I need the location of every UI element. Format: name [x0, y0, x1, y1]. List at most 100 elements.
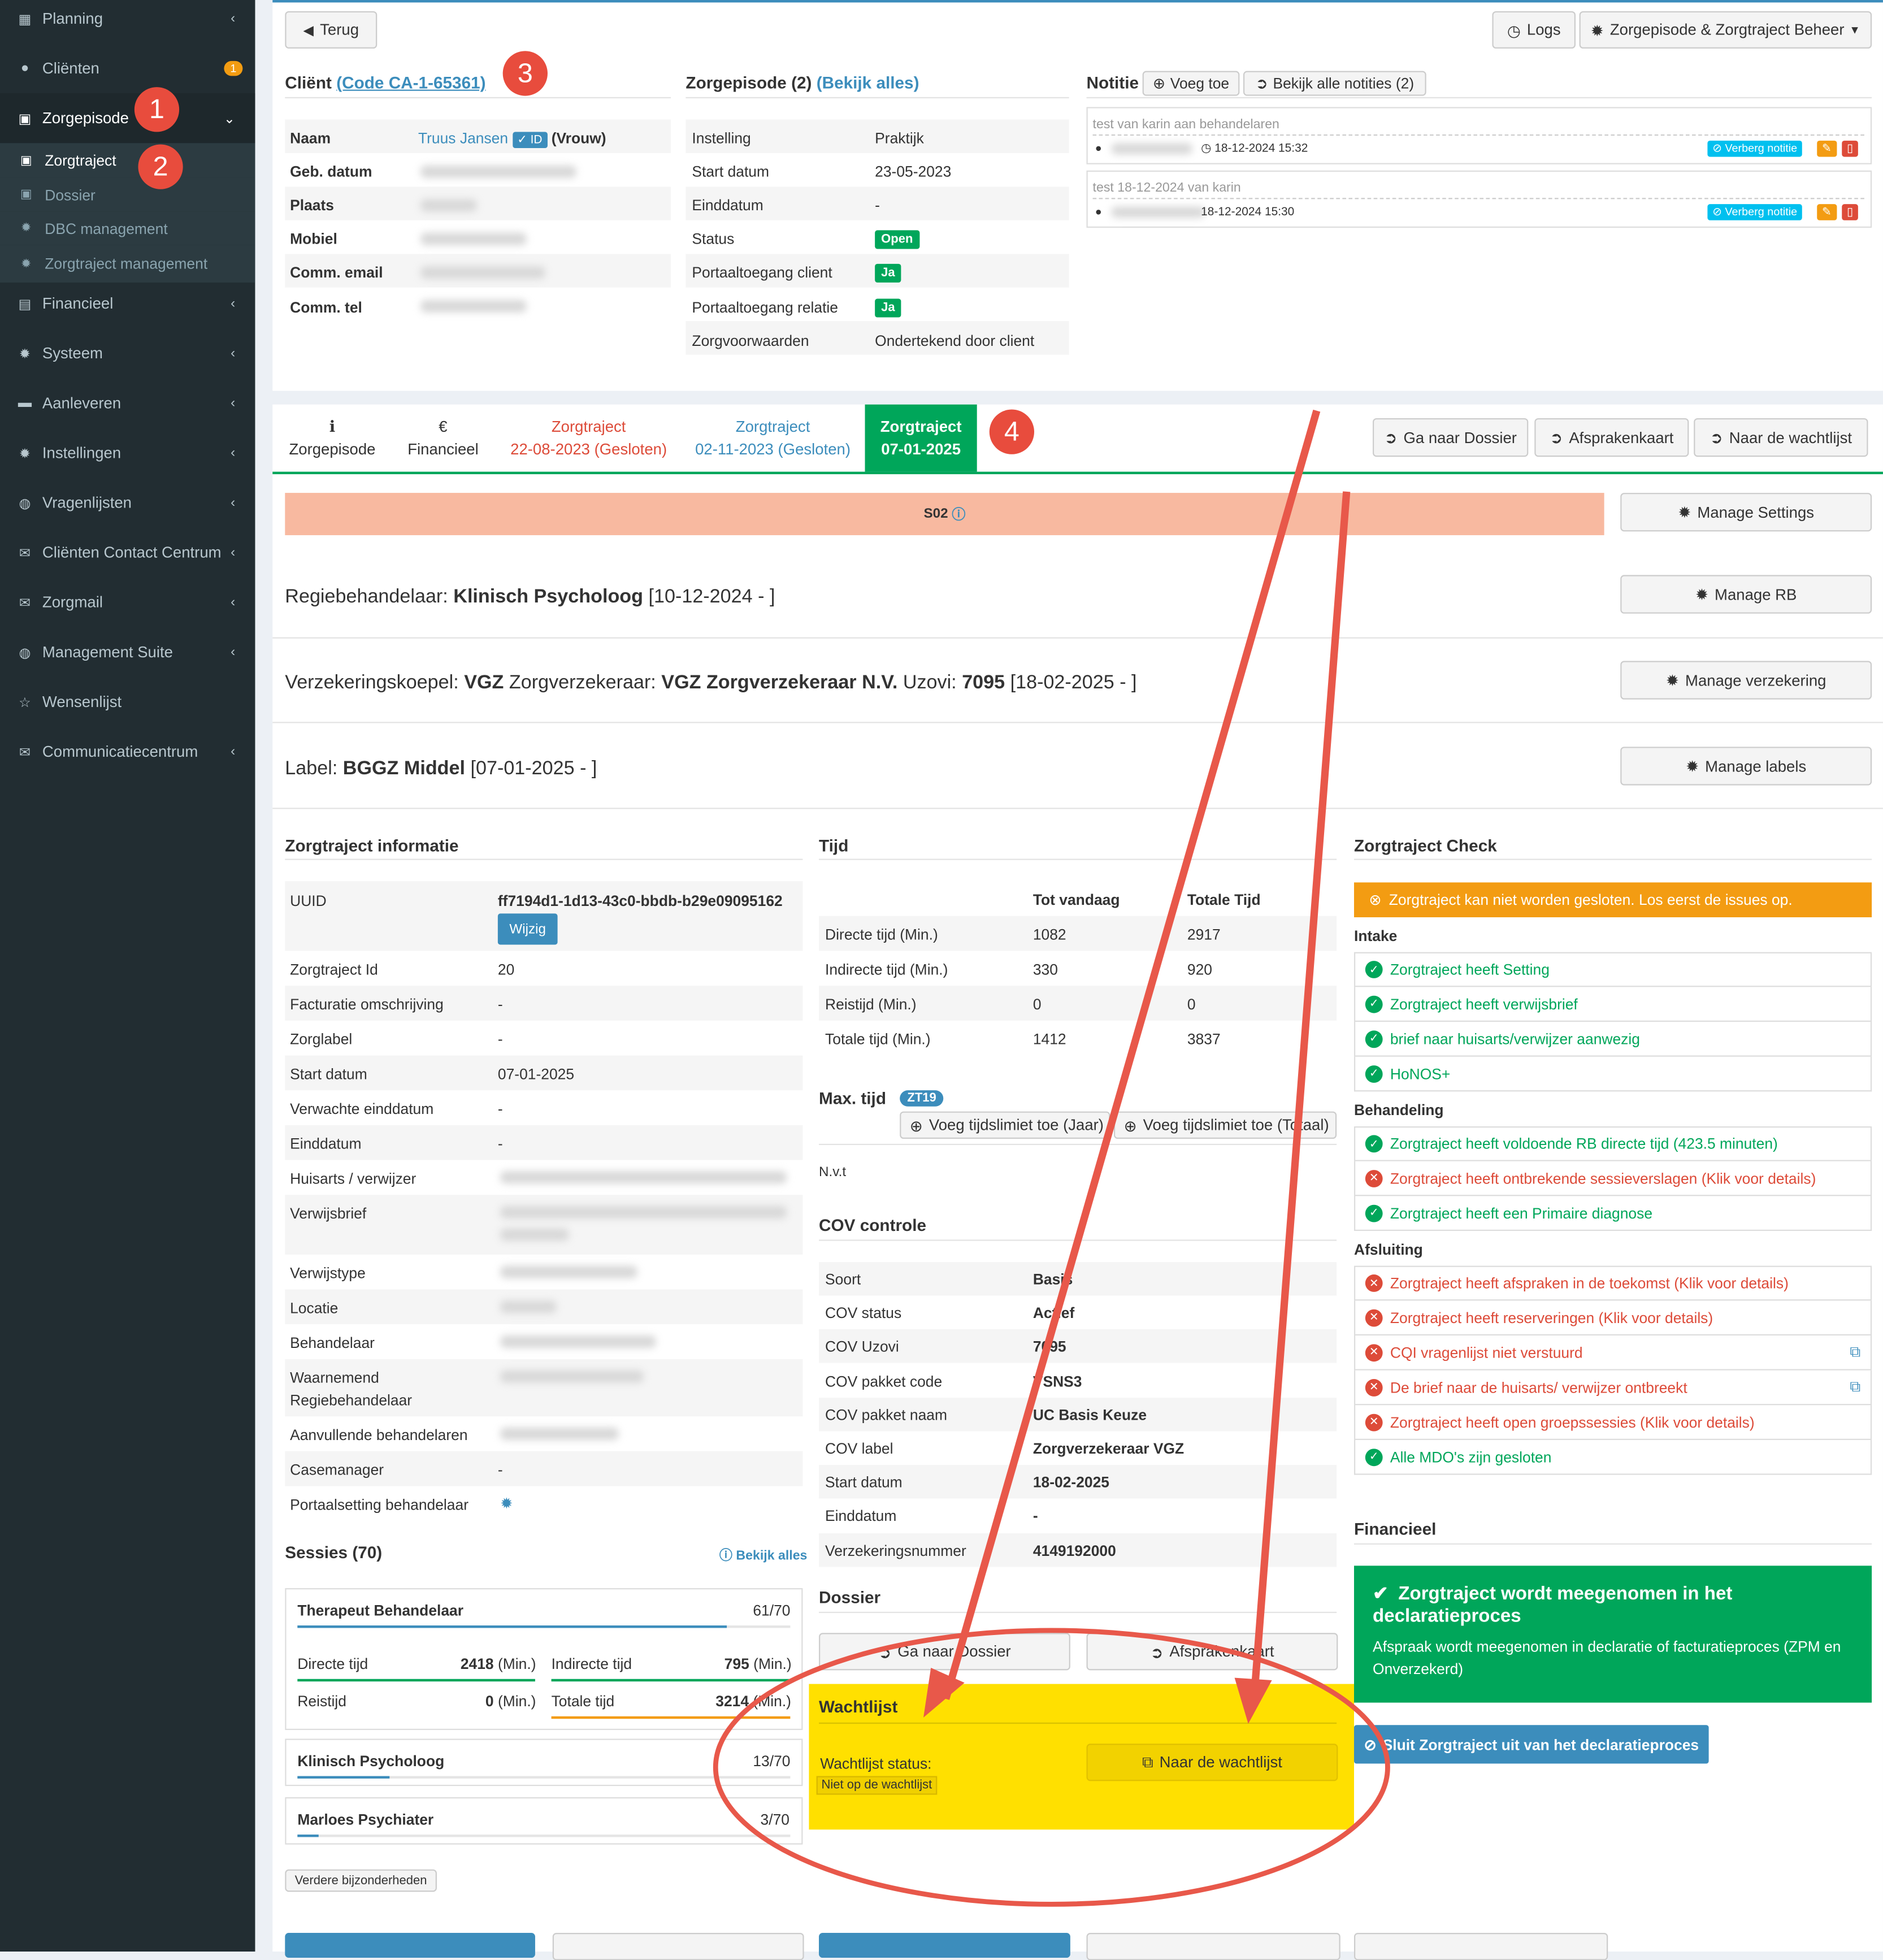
- check-item[interactable]: ✕ Zorgtraject heeft reserveringen (Klik v…: [1353, 1300, 1872, 1335]
- session-progress-fill: [297, 1835, 319, 1837]
- view-all-notes-button[interactable]: ➲ Bekijk alle notities (2): [1243, 71, 1426, 96]
- bottom-action-button[interactable]: [819, 1933, 1070, 1958]
- check-item[interactable]: ✓ Alle MDO's zijn gesloten: [1353, 1439, 1872, 1475]
- sidebar-item-zorgepisode[interactable]: ▣ Zorgepisode ⌄: [0, 93, 255, 144]
- edit-note-button[interactable]: ✎: [1817, 204, 1837, 220]
- check-circle-icon: ✓: [517, 133, 527, 147]
- delete-note-button[interactable]: ▯: [1842, 204, 1858, 220]
- sidebar-item-vragenlijsten[interactable]: ◍ Vragenlijsten ‹: [0, 478, 255, 528]
- client-name-link[interactable]: Truus Jansen: [418, 129, 508, 147]
- go-to-dossier-button[interactable]: ➲ Ga naar Dossier: [1373, 418, 1529, 457]
- cov-label: COV pakket naam: [825, 1406, 947, 1424]
- gear-icon[interactable]: ✹: [500, 1495, 513, 1512]
- manage-rb-button[interactable]: ✹ Manage RB: [1620, 575, 1872, 614]
- bottom-action-button[interactable]: [1086, 1933, 1340, 1960]
- sidebar-item-wensenlijst[interactable]: ☆ Wensenlijst: [0, 677, 255, 727]
- info-label: Regiebehandelaar: [290, 1391, 413, 1409]
- sidebar-subitem-dossier[interactable]: ▣ Dossier: [0, 177, 255, 212]
- envelope-icon: ✉: [19, 545, 31, 561]
- episode-view-all-link[interactable]: (Bekijk alles): [817, 73, 919, 92]
- manage-settings-button[interactable]: ✹ Manage Settings: [1620, 493, 1872, 532]
- dossier-afspraken-button[interactable]: ➲ Afsprakenkaart: [1086, 1633, 1338, 1671]
- episode-title: Zorgepisode (2) (Bekijk alles): [685, 73, 919, 92]
- check-item[interactable]: ✓ brief naar huisarts/verwijzer aanwezig: [1353, 1022, 1872, 1057]
- check-item[interactable]: ✓ Zorgtraject heeft een Primaire diagnose: [1353, 1196, 1872, 1231]
- wachtlijst-button[interactable]: ➲ Naar de wachtlijst: [1694, 418, 1868, 457]
- add-total-limit-button[interactable]: ⊕ Voeg tijdslimiet toe (Totaal): [1113, 1111, 1337, 1139]
- sessies-view-all-link[interactable]: ⓘ Bekijk alles: [719, 1546, 808, 1564]
- hide-note-button[interactable]: ⊘ Verberg notitie: [1707, 140, 1803, 157]
- tijd-value: 330: [1032, 961, 1058, 978]
- sidebar-item-systeem[interactable]: ✹ Systeem ‹: [0, 328, 255, 378]
- tab-financieel[interactable]: € Financieel: [393, 405, 493, 472]
- details-button[interactable]: Verdere bijzonderheden: [285, 1869, 437, 1892]
- beheer-dropdown-button[interactable]: ✹ Zorgepisode & Zorgtraject Beheer ▼: [1579, 11, 1872, 49]
- sidebar-item-aanleveren[interactable]: ▬ Aanleveren ‹: [0, 378, 255, 428]
- sidebar-item-clienten[interactable]: ● Cliënten 1: [0, 44, 255, 93]
- sidebar-item-communicatiecentrum[interactable]: ✉ Communicatiecentrum ‹: [0, 727, 255, 777]
- sidebar-subitem-dbc[interactable]: ✹ DBC management: [0, 211, 255, 245]
- check-item[interactable]: ✓ Zorgtraject heeft Setting: [1353, 952, 1872, 987]
- bottom-action-button[interactable]: [1353, 1933, 1608, 1960]
- add-year-limit-button[interactable]: ⊕ Voeg tijdslimiet toe (Jaar): [900, 1111, 1110, 1139]
- briefcase-icon: ▣: [18, 111, 32, 127]
- sidebar-subitem-zorgtraject-management[interactable]: ✹ Zorgtraject management: [0, 245, 255, 283]
- check-item[interactable]: ✕ Zorgtraject heeft afspraken in de toeko…: [1353, 1265, 1872, 1301]
- check-item[interactable]: ✓ HoNOS+: [1353, 1056, 1872, 1092]
- bottom-action-button[interactable]: [552, 1933, 804, 1960]
- plus-circle-icon: ⊕: [1123, 1117, 1137, 1135]
- check-item[interactable]: ✓ Zorgtraject heeft verwijsbrief: [1353, 987, 1872, 1022]
- episode-value: -: [875, 196, 880, 214]
- external-link-icon[interactable]: ⧉: [1850, 1378, 1860, 1397]
- chevron-left-icon: ‹: [231, 744, 236, 760]
- check-item[interactable]: ✕ CQI vragenlijst niet verstuurd ⧉: [1353, 1335, 1872, 1371]
- financieel-box: ✔ Zorgtraject wordt meegenomen in het dec…: [1353, 1566, 1872, 1703]
- info-label: Facturatie omschrijving: [290, 995, 444, 1013]
- dossier-go-button[interactable]: ➲ Ga naar Dossier: [819, 1633, 1070, 1671]
- check-section-afsluiting: Afsluiting: [1353, 1241, 1423, 1259]
- check-item[interactable]: ✕ Zorgtraject heeft open groepssessies (K…: [1353, 1405, 1872, 1440]
- edit-uuid-button[interactable]: Wijzig: [497, 913, 558, 945]
- info-label: Einddatum: [290, 1135, 362, 1153]
- delete-note-button[interactable]: ▯: [1842, 140, 1858, 157]
- time-bar: [551, 1716, 791, 1719]
- sidebar-item-zorgmail[interactable]: ✉ Zorgmail ‹: [0, 578, 255, 627]
- check-item[interactable]: ✕ Zorgtraject heeft ontbrekende sessiever…: [1353, 1161, 1872, 1196]
- sidebar-item-instellingen[interactable]: ✹ Instellingen ‹: [0, 428, 255, 478]
- tab-zorgtraject-active[interactable]: Zorgtraject 07-01-2025: [865, 404, 977, 472]
- client-code-link[interactable]: (Code CA-1-65361): [336, 73, 485, 92]
- external-link-icon[interactable]: ⧉: [1850, 1343, 1860, 1361]
- edit-note-button[interactable]: ✎: [1817, 140, 1837, 157]
- check-item[interactable]: ✓ Zorgtraject heeft voldoende RB directe …: [1353, 1126, 1872, 1161]
- id-badge[interactable]: ✓ ID: [512, 132, 548, 149]
- check-item[interactable]: ✕ De brief naar de huisarts/ verwijzer on…: [1353, 1370, 1872, 1406]
- cogs-icon: ✹: [19, 346, 31, 362]
- sidebar-item-ccc[interactable]: ✉ Cliënten Contact Centrum ‹: [0, 528, 255, 578]
- gear-icon: ✹: [1686, 758, 1699, 775]
- trash-icon: ▯: [1847, 142, 1853, 155]
- tab-zorgepisode[interactable]: ℹ Zorgepisode: [276, 405, 388, 472]
- manage-labels-button[interactable]: ✹ Manage labels: [1620, 747, 1872, 786]
- afsprakenkaart-button[interactable]: ➲ Afsprakenkaart: [1534, 418, 1689, 457]
- wachtlijst-go-button[interactable]: ⧉ Naar de wachtlijst: [1086, 1744, 1338, 1781]
- hide-note-button[interactable]: ⊘ Verberg notitie: [1707, 204, 1803, 220]
- back-button[interactable]: ◀ Terug: [285, 11, 378, 49]
- sidebar-item-management-suite[interactable]: ◍ Management Suite ‹: [0, 627, 255, 677]
- manage-verzekering-button[interactable]: ✹ Manage verzekering: [1620, 661, 1872, 700]
- check-item-text: Zorgtraject heeft een Primaire diagnose: [1390, 1204, 1653, 1222]
- sidebar-item-planning[interactable]: ▦ Planning ‹: [0, 0, 255, 44]
- logs-button[interactable]: ◷ Logs: [1492, 11, 1576, 49]
- sidebar-subitem-zorgtraject[interactable]: ▣ Zorgtraject: [0, 143, 255, 178]
- tab-zorgtraject-1[interactable]: Zorgtraject 22-08-2023 (Gesloten): [503, 405, 675, 472]
- status-badge: Ja: [875, 263, 901, 283]
- setting-bar[interactable]: S02 ⓘ: [285, 493, 1604, 535]
- chevron-down-icon: ⌄: [223, 111, 236, 127]
- tab-zorgtraject-2[interactable]: Zorgtraject 02-11-2023 (Gesloten): [687, 405, 859, 472]
- info-label: Casemanager: [290, 1461, 384, 1479]
- sidebar-item-financieel[interactable]: ▤ Financieel ‹: [0, 279, 255, 328]
- label-line: Label: BGGZ Middel [07-01-2025 - ]: [285, 758, 597, 779]
- exclude-declaratie-button[interactable]: ⊘ Sluit Zorgtraject uit van het declarati…: [1353, 1725, 1709, 1764]
- add-note-button[interactable]: ⊕ Voeg toe: [1142, 71, 1240, 96]
- bottom-action-button[interactable]: [285, 1933, 535, 1958]
- divider: [285, 97, 671, 98]
